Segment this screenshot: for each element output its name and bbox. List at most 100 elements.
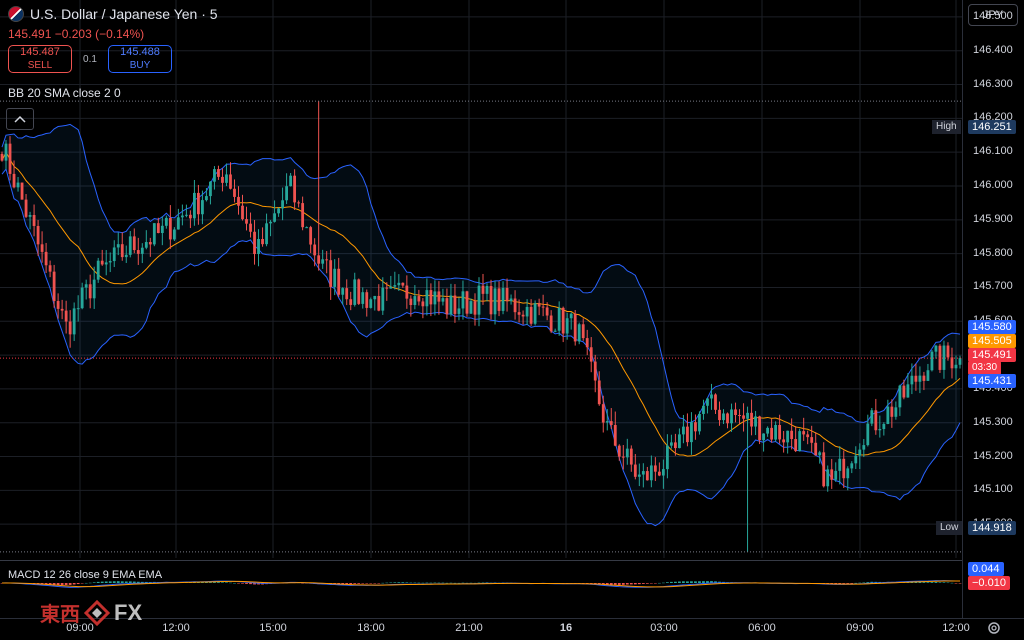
- candle-body: [585, 338, 589, 348]
- candle-body: [758, 416, 761, 441]
- macd-histogram-bar: [221, 582, 224, 583]
- candle-body: [293, 175, 297, 203]
- macd-histogram-bar: [92, 582, 96, 583]
- macd-histogram-bar: [445, 582, 449, 584]
- candle-body: [489, 286, 493, 315]
- macd-histogram-bar: [669, 581, 673, 583]
- candle-body: [629, 448, 633, 465]
- macd-histogram-bar: [469, 582, 473, 584]
- macd-histogram-bar: [72, 583, 76, 585]
- macd-histogram-bar: [60, 583, 64, 586]
- macd-histogram-bar: [84, 582, 88, 584]
- candle-body: [541, 306, 545, 308]
- candle-body: [846, 468, 850, 479]
- macd-histogram-bar: [128, 581, 132, 583]
- candle-body: [802, 431, 806, 435]
- candle-body: [890, 406, 894, 417]
- candle-body: [4, 143, 8, 161]
- candle-body: [229, 174, 232, 189]
- price-chart-canvas[interactable]: [0, 0, 962, 558]
- bb-basis-tag: 145.505: [968, 334, 1016, 348]
- candle-body: [509, 298, 513, 302]
- candle-body: [52, 271, 56, 302]
- candle-body: [297, 202, 301, 204]
- time-axis[interactable]: 09:00 12:00 15:00 18:00 21:00 16 03:00 06:00 09:…: [0, 618, 1024, 640]
- candle-body: [545, 307, 549, 316]
- candle-body: [80, 287, 84, 309]
- macd-histogram-bar: [846, 583, 850, 584]
- macd-histogram-bar: [686, 581, 689, 583]
- candle-body: [726, 413, 729, 424]
- price-tick-label: 145.200: [973, 449, 1013, 462]
- bollinger-indicator-label[interactable]: BB 20 SMA close 2 0: [8, 86, 121, 100]
- candle-body: [653, 465, 657, 472]
- candle-body: [954, 364, 958, 369]
- macd-histogram-bar: [633, 583, 637, 585]
- candle-body: [56, 301, 60, 309]
- bb-fill: [2, 124, 960, 526]
- candle-body: [337, 268, 341, 295]
- macd-histogram-bar: [209, 582, 212, 583]
- symbol-title[interactable]: U.S. Dollar / Japanese Yen · 5: [30, 6, 218, 22]
- candle-body: [593, 361, 597, 381]
- candle-body: [517, 312, 521, 315]
- time-tick-label: 09:00: [846, 622, 874, 634]
- candle-body: [289, 175, 293, 187]
- candle-body: [918, 375, 922, 382]
- candle-body: [409, 298, 413, 306]
- candle-body: [790, 430, 794, 440]
- macd-histogram-bar: [698, 581, 701, 583]
- candle-body: [281, 200, 284, 209]
- candle-body: [850, 463, 854, 469]
- candle-body: [92, 279, 96, 299]
- macd-histogram-bar: [449, 582, 453, 584]
- macd-pane[interactable]: MACD 12 26 close 9 EMA EMA: [0, 560, 962, 619]
- buy-price: 145.488: [120, 46, 160, 59]
- macd-histogram-bar: [353, 583, 357, 584]
- candle-body: [305, 227, 309, 229]
- macd-histogram-bar: [637, 583, 641, 585]
- last-price: 145.491: [8, 27, 52, 41]
- buy-button[interactable]: 145.488 BUY: [108, 45, 172, 73]
- macd-histogram-bar: [377, 583, 381, 584]
- macd-histogram-bar: [425, 582, 429, 584]
- candle-body: [345, 288, 349, 300]
- gear-icon[interactable]: [986, 620, 1002, 636]
- price-chart[interactable]: [0, 0, 962, 558]
- macd-histogram-bar: [938, 582, 942, 583]
- macd-indicator-label[interactable]: MACD 12 26 close 9 EMA EMA: [8, 569, 162, 581]
- logo-mark-icon: [84, 599, 110, 626]
- candle-body: [694, 422, 697, 432]
- candle-body: [353, 279, 357, 305]
- candle-body: [68, 321, 72, 335]
- candle-body: [40, 244, 44, 252]
- macd-histogram-bar: [68, 583, 72, 585]
- macd-histogram-bar: [213, 582, 216, 583]
- candle-body: [826, 469, 830, 487]
- candle-body: [762, 433, 765, 441]
- candle-body: [525, 306, 529, 317]
- candle-body: [401, 282, 405, 286]
- chevron-up-icon: [14, 115, 26, 123]
- candle-body: [8, 143, 12, 174]
- macd-histogram-bar: [421, 582, 425, 584]
- candle-body: [766, 427, 769, 434]
- candle-body: [164, 217, 168, 226]
- candle-body: [898, 385, 902, 408]
- macd-histogram-bar: [653, 583, 657, 584]
- macd-histogram-bar: [433, 582, 437, 584]
- candle-body: [261, 239, 264, 245]
- collapse-indicators-button[interactable]: [6, 108, 34, 130]
- time-tick-label: 18:00: [357, 622, 385, 634]
- sell-button[interactable]: 145.487 SELL: [8, 45, 72, 73]
- candle-body: [838, 458, 842, 471]
- candle-body: [393, 285, 397, 287]
- candle-body: [910, 375, 914, 385]
- candle-body: [501, 288, 505, 311]
- price-tick-label: 145.300: [973, 415, 1013, 428]
- candle-body: [441, 298, 445, 302]
- macd-histogram-bar: [629, 583, 633, 585]
- candle-body: [706, 398, 709, 406]
- candle-body: [28, 215, 32, 217]
- candle-body: [537, 303, 541, 307]
